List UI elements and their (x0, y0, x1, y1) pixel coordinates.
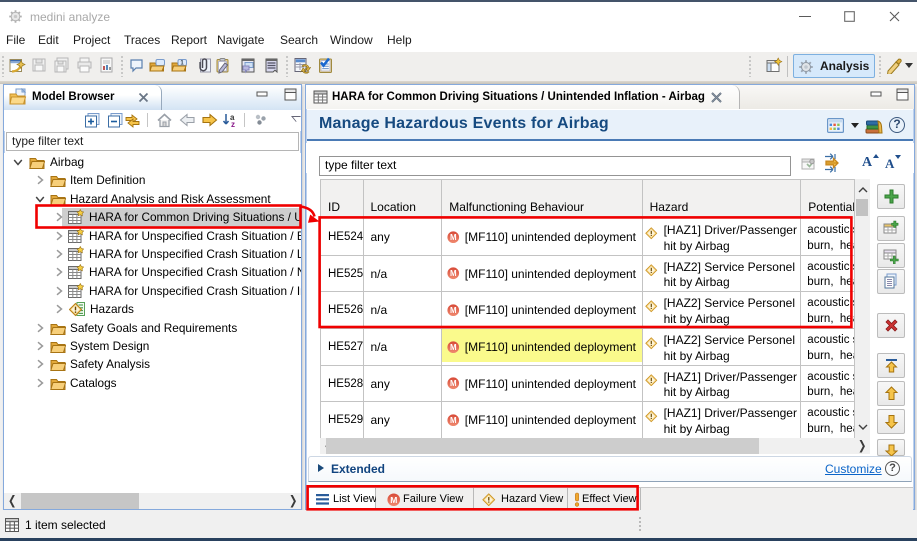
svg-text:z: z (231, 120, 235, 129)
